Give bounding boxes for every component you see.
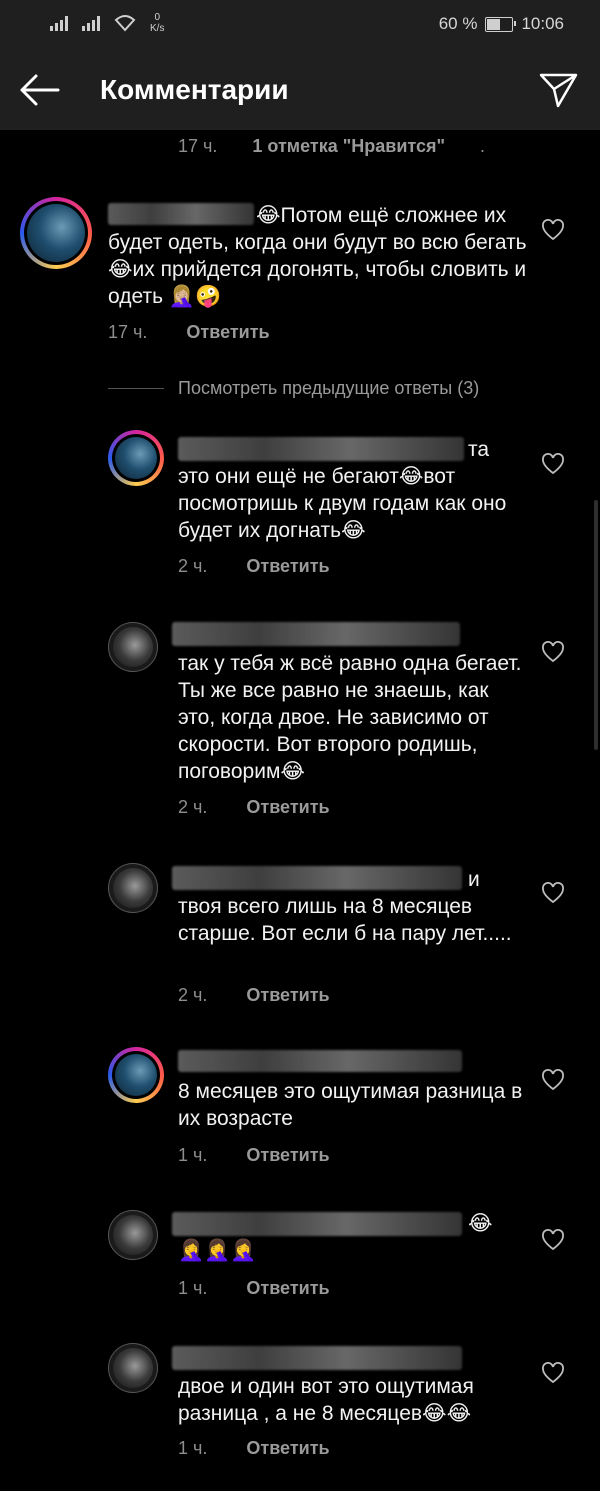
- blurred-username: [178, 1050, 462, 1072]
- comment-time: 2 ч.: [178, 556, 208, 576]
- reply-text: двое и один вот это ощутимая разница , а…: [178, 1375, 474, 1425]
- reply-text: так у тебя ж всё равно одна бегает. Ты ж…: [178, 652, 522, 783]
- heart-outline-icon[interactable]: [541, 882, 565, 904]
- reply-button[interactable]: Ответить: [246, 1145, 329, 1165]
- reply-button[interactable]: Ответить: [246, 1438, 329, 1458]
- reply-button[interactable]: Ответить: [246, 797, 329, 817]
- comment-time: 1 ч.: [178, 1278, 208, 1298]
- scrollbar[interactable]: [594, 500, 598, 750]
- battery-percent: 60 %: [438, 14, 478, 33]
- blurred-username: [172, 622, 460, 646]
- heart-outline-icon[interactable]: [541, 453, 565, 475]
- reply-button[interactable]: Ответить: [246, 1278, 329, 1298]
- reply-meta: 1 ч. Ответить: [178, 1278, 330, 1299]
- heart-outline-icon[interactable]: [541, 1362, 565, 1384]
- reply-meta: 2 ч. Ответить: [178, 985, 330, 1006]
- heart-outline-icon[interactable]: [541, 641, 565, 663]
- network-speed: 0 K/s: [150, 12, 164, 34]
- avatar[interactable]: [108, 863, 158, 913]
- view-previous-replies[interactable]: Посмотреть предыдущие ответы (3): [178, 378, 479, 399]
- separator-dot: .: [480, 136, 486, 156]
- reply-button[interactable]: Ответить: [246, 556, 329, 576]
- comment-time: 17 ч.: [108, 322, 148, 342]
- app-bar: Комментарии: [0, 50, 600, 130]
- avatar[interactable]: [108, 1210, 158, 1260]
- reply-meta: 2 ч. Ответить: [178, 797, 330, 818]
- reply-meta: 2 ч. Ответить: [178, 556, 330, 577]
- wifi-icon: [114, 15, 136, 32]
- reply-text: та это они ещё не бегают😂вот посмотришь …: [178, 438, 507, 542]
- comment-time: 17 ч.: [178, 136, 218, 156]
- reply-text: 😂 🤦‍♀️🤦‍♀️🤦‍♀️: [178, 1212, 493, 1262]
- avatar[interactable]: [108, 1343, 158, 1393]
- avatar[interactable]: [108, 1047, 164, 1103]
- prev-comment-meta: 17 ч. 1 отметка "Нравится" .: [178, 136, 485, 157]
- speed-unit: K/s: [150, 23, 165, 34]
- comment-time: 1 ч.: [178, 1145, 208, 1165]
- cell-signal-2-icon: [82, 15, 100, 31]
- reply-text: 8 месяцев это ощутимая разница в их возр…: [178, 1080, 523, 1130]
- avatar[interactable]: [108, 622, 158, 672]
- blurred-username: [172, 1346, 462, 1370]
- reply-button[interactable]: Ответить: [246, 985, 329, 1005]
- comment-time: 2 ч.: [178, 797, 208, 817]
- reply-button[interactable]: Ответить: [186, 322, 269, 342]
- heart-outline-icon[interactable]: [541, 1229, 565, 1251]
- page-title: Комментарии: [100, 74, 289, 105]
- back-arrow-icon[interactable]: [16, 70, 62, 110]
- heart-outline-icon[interactable]: [541, 1069, 565, 1091]
- likes-count[interactable]: 1 отметка "Нравится": [252, 136, 445, 156]
- reply-text: и твоя всего лишь на 8 месяцев старше. В…: [178, 868, 512, 945]
- status-bar: 0 K/s 60 % 10:06: [0, 0, 600, 50]
- send-icon[interactable]: [538, 70, 580, 110]
- reply-meta: 1 ч. Ответить: [178, 1438, 330, 1459]
- comment-text: 😂Потом ещё сложнее их будет одеть, когда…: [108, 204, 527, 308]
- speed-value: 0: [154, 12, 160, 23]
- comment-meta: 17 ч. Ответить: [108, 322, 270, 343]
- comment-time: 1 ч.: [178, 1438, 208, 1458]
- avatar[interactable]: [20, 197, 92, 269]
- clock: 10:06: [521, 14, 564, 33]
- divider-line: [108, 388, 164, 389]
- cell-signal-icon: [50, 15, 68, 31]
- comment-time: 2 ч.: [178, 985, 208, 1005]
- reply-meta: 1 ч. Ответить: [178, 1145, 330, 1166]
- battery-icon: [485, 16, 517, 32]
- heart-outline-icon[interactable]: [541, 219, 565, 241]
- avatar[interactable]: [108, 430, 164, 486]
